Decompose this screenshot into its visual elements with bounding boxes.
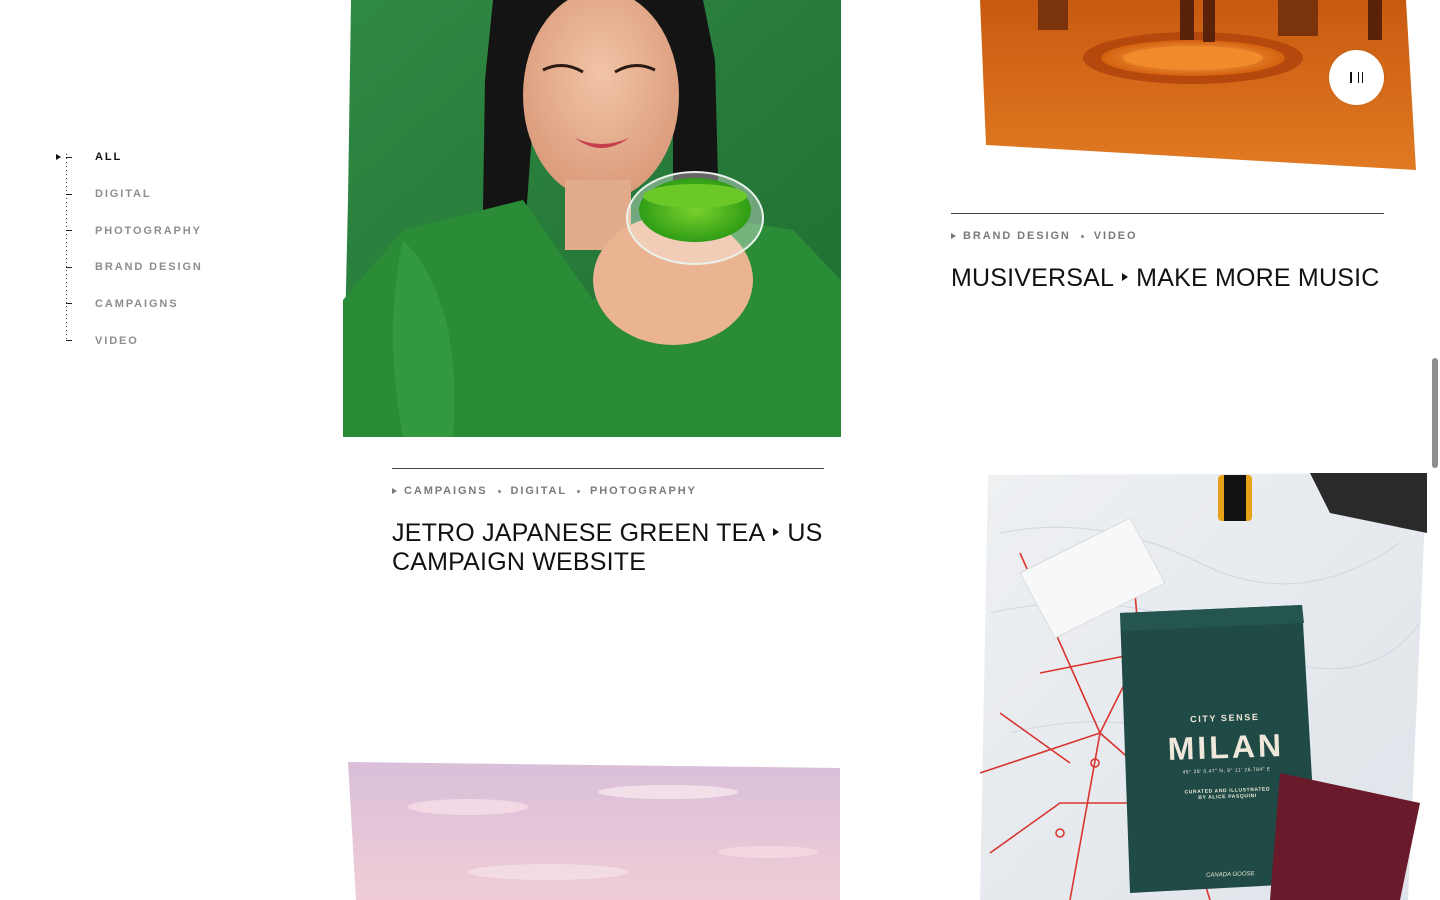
active-filter-marker-icon: [56, 154, 61, 160]
rail-dot: [66, 250, 67, 251]
pause-bar-icon: [1350, 72, 1352, 83]
rail-dot: [66, 178, 67, 179]
tag-separator-dot: [577, 489, 580, 493]
rail-dot: [66, 274, 67, 275]
musiversal-tag-video[interactable]: VIDEO: [1094, 230, 1138, 242]
book-title: MILAN: [1167, 727, 1285, 768]
rail-tick: [66, 193, 72, 195]
jetro-tag-photography[interactable]: PHOTOGRAPHY: [590, 485, 697, 497]
filter-digital[interactable]: DIGITAL: [95, 188, 151, 200]
tag-separator-dot: [1080, 234, 1084, 238]
rail-dot: [66, 298, 67, 299]
filter-rail: [66, 154, 76, 341]
filter-video[interactable]: VIDEO: [95, 335, 139, 347]
rail-dot: [66, 174, 67, 175]
rail-dot: [66, 182, 67, 183]
rail-tick: [66, 157, 72, 158]
rail-dot: [66, 242, 67, 243]
rail-dot: [66, 262, 67, 263]
rail-dot: [66, 270, 67, 271]
rail-dot: [66, 202, 67, 203]
rail-dot: [66, 206, 67, 207]
jetro-tags: CAMPAIGNS DIGITAL PHOTOGRAPHY: [392, 485, 697, 497]
musiversal-tag-brand-design[interactable]: BRAND DESIGN: [963, 230, 1071, 242]
sky-photo: [348, 762, 840, 900]
rail-dot: [66, 326, 67, 327]
title-arrow-icon: [1122, 273, 1129, 282]
jetro-photo: [343, 0, 841, 437]
rail-dot: [66, 218, 67, 219]
filter-campaigns[interactable]: CAMPAIGNS: [95, 298, 179, 310]
jetro-divider: [392, 468, 824, 469]
filter-brand-design[interactable]: BRAND DESIGN: [95, 261, 203, 273]
city-sense-project-image[interactable]: CITY SENSE MILAN 45° 28' 0.47" N, 9° 11'…: [980, 473, 1427, 900]
rail-dot: [66, 170, 67, 171]
rail-dot: [66, 158, 67, 159]
filter-photography[interactable]: PHOTOGRAPHY: [95, 225, 202, 237]
musiversal-title-sub: MAKE MORE MUSIC: [1136, 264, 1380, 292]
book-cover: CITY SENSE MILAN 45° 28' 0.47" N, 9° 11'…: [1152, 711, 1303, 881]
rail-dot: [66, 330, 67, 331]
rail-dot: [66, 282, 67, 283]
jetro-project-image[interactable]: [343, 0, 841, 437]
rail-dot: [66, 246, 67, 247]
rail-dot: [66, 226, 67, 227]
rail-dot: [66, 306, 67, 307]
rail-dot: [66, 310, 67, 311]
rail-dot: [66, 258, 67, 259]
sky-project-image[interactable]: [348, 762, 840, 900]
jetro-tag-digital[interactable]: DIGITAL: [511, 485, 567, 497]
rail-dot: [66, 278, 67, 279]
rail-tick: [66, 340, 72, 341]
rail-dot: [66, 238, 67, 239]
rail-dot: [66, 214, 67, 215]
musiversal-title-main: MUSIVERSAL: [951, 264, 1115, 292]
rail-dot: [66, 222, 67, 223]
rail-dot: [66, 190, 67, 191]
rail-dot: [66, 154, 67, 155]
filter-all[interactable]: ALL: [95, 151, 122, 163]
rail-dot: [66, 162, 67, 163]
tag-arrow-icon: [392, 488, 397, 494]
rail-tick: [66, 266, 72, 268]
rail-dot: [66, 294, 67, 295]
rail-dot: [66, 318, 67, 319]
rail-tick: [66, 303, 72, 305]
pause-button[interactable]: [1329, 50, 1384, 105]
rail-dot: [66, 338, 67, 339]
rail-dot: [66, 198, 67, 199]
musiversal-divider: [951, 213, 1384, 214]
rail-dot: [66, 166, 67, 167]
jetro-title-main: JETRO JAPANESE GREEN TEA: [392, 519, 766, 547]
rail-dot: [66, 286, 67, 287]
rail-dot: [66, 186, 67, 187]
rail-dot: [66, 210, 67, 211]
rail-dot: [66, 334, 67, 335]
tag-separator-dot: [497, 489, 501, 493]
filter-nav: ALL DIGITAL PHOTOGRAPHY BRAND DESIGN CAM…: [52, 148, 282, 348]
rail-dot: [66, 254, 67, 255]
rail-dot: [66, 322, 67, 323]
jetro-tag-campaigns[interactable]: CAMPAIGNS: [404, 485, 488, 497]
page-scrollbar[interactable]: [1432, 358, 1438, 468]
musiversal-tags: BRAND DESIGN VIDEO: [951, 230, 1137, 242]
rail-dot: [66, 234, 67, 235]
rail-dot: [66, 314, 67, 315]
title-arrow-icon: [773, 528, 780, 537]
rail-dot: [66, 290, 67, 291]
pause-icon: [1358, 72, 1363, 83]
tag-arrow-icon: [951, 233, 956, 239]
jetro-title-link[interactable]: JETRO JAPANESE GREEN TEA US CAMPAIGN WEBS…: [392, 519, 832, 577]
rail-tick: [66, 230, 72, 232]
musiversal-title-link[interactable]: MUSIVERSAL MAKE MORE MUSIC: [951, 264, 1411, 293]
